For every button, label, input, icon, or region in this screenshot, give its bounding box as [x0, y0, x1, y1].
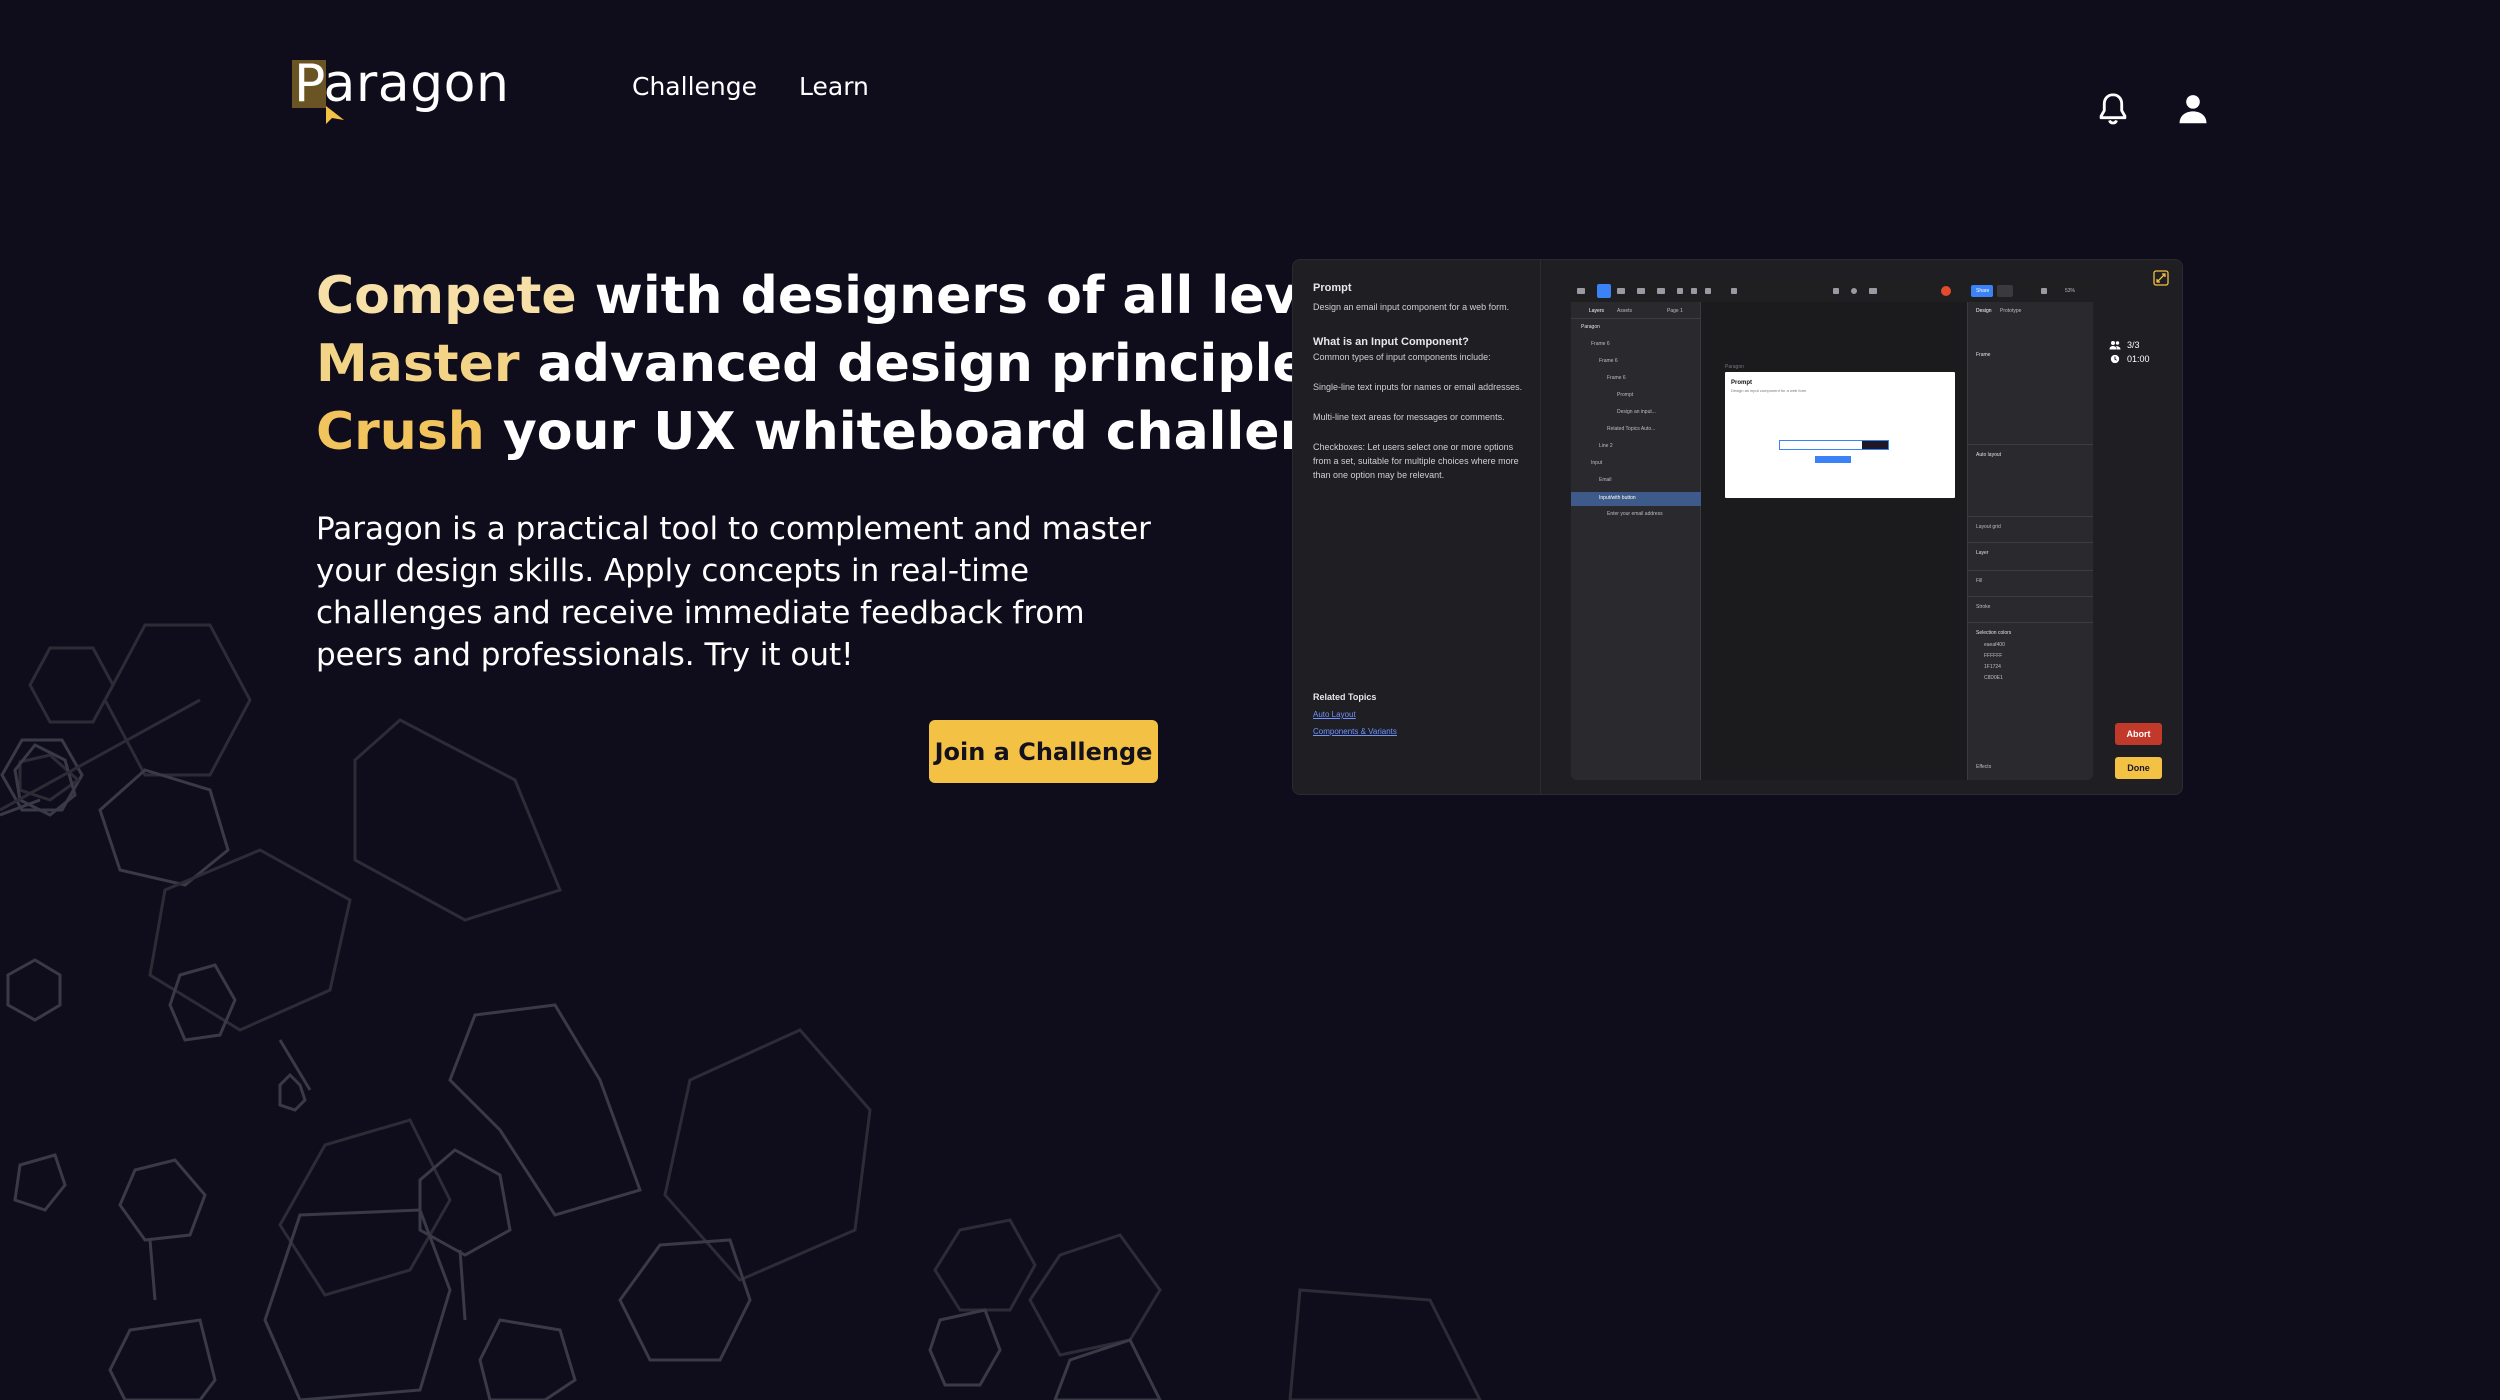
hero-highlight-crush: Crush: [316, 402, 485, 462]
hero-line-3: Crush your UX whiteboard challenge.: [316, 398, 1409, 466]
layer-item[interactable]: Line 2: [1599, 443, 1613, 449]
bell-icon[interactable]: [2094, 90, 2132, 128]
tab-prototype[interactable]: Prototype: [2000, 308, 2021, 314]
layer-item[interactable]: Input: [1591, 460, 1602, 466]
clock-icon: [2110, 354, 2120, 364]
related-link-auto-layout[interactable]: Auto Layout: [1313, 710, 1533, 719]
hero-line-2: Master advanced design principles.: [316, 330, 1358, 398]
expand-icon[interactable]: [2153, 270, 2169, 286]
challenge-preview: Prompt Design an email input component f…: [1292, 259, 2183, 795]
panel-divider: [1968, 596, 2093, 597]
section-fill: Fill: [1976, 578, 1983, 584]
section-effects: Effects: [1976, 764, 1992, 770]
selected-layer-highlight: [1571, 492, 1701, 506]
layer-item-selected[interactable]: Input/with button: [1599, 495, 1636, 501]
timer-stat: 01:00: [2109, 354, 2150, 364]
nav-item-challenge[interactable]: Challenge: [632, 72, 757, 101]
session-stats: 3/3 01:00: [2109, 340, 2150, 368]
canvas-frame-label: Paragon: [1725, 364, 1744, 370]
layer-item[interactable]: Frame 6: [1599, 358, 1618, 364]
tab-layers[interactable]: Layers: [1589, 308, 1604, 314]
list-item: Multi-line text areas for messages or co…: [1313, 412, 1505, 422]
panel-divider: [1968, 444, 2093, 445]
layer-item[interactable]: Design an input...: [1617, 409, 1656, 415]
nav-item-learn[interactable]: Learn: [799, 72, 869, 101]
color-value: C8D0E1: [1984, 675, 2003, 681]
panel-divider: [1571, 318, 1701, 319]
cursor-icon: [326, 106, 344, 124]
tab-design[interactable]: Design: [1976, 308, 1992, 314]
hero-line-1: Compete with designers of all levels.: [316, 262, 1402, 330]
color-value: 1F1724: [1984, 664, 2001, 670]
layer-item[interactable]: Frame 6: [1591, 341, 1610, 347]
section-stroke: Stroke: [1976, 604, 1991, 610]
hero-line-3-rest: your UX whiteboard challenge.: [484, 402, 1409, 462]
hero-title: Compete with designers of all levels. Ma…: [316, 262, 1409, 466]
canvas-prompt-title: Prompt: [1731, 380, 1752, 386]
panel-divider: [1968, 622, 2093, 623]
layer-item[interactable]: Email: [1599, 477, 1612, 483]
header-actions: [2094, 90, 2212, 128]
canvas-input-component[interactable]: [1779, 440, 1889, 450]
section-title: What is an Input Component?: [1313, 336, 1469, 348]
user-icon[interactable]: [2174, 90, 2212, 128]
page-selector[interactable]: Page 1: [1667, 308, 1683, 314]
hero-line-2-rest: advanced design principles.: [519, 334, 1359, 394]
hero-highlight-master: Master: [316, 334, 520, 394]
related-topics-title: Related Topics: [1313, 692, 1377, 702]
editor-toolbar: Share 53%: [1571, 280, 2093, 302]
hero-highlight-compete: Compete: [316, 266, 577, 326]
related-link-components-variants[interactable]: Components & Variants: [1313, 727, 1533, 736]
color-value: eaeaf400: [1984, 642, 2005, 648]
list-item: Checkboxes: Let users select one or more…: [1313, 442, 1519, 480]
participants-count: 3/3: [2127, 340, 2140, 350]
color-value: FFFFFF: [1984, 653, 2003, 659]
layer-item[interactable]: Paragon: [1581, 324, 1600, 330]
layer-item[interactable]: Enter your email address: [1607, 511, 1663, 517]
section-intro: Common types of input components include…: [1313, 352, 1491, 362]
panel-divider: [1968, 542, 2093, 543]
properties-panel: Design Prototype Frame Auto layout Layou…: [1967, 302, 2093, 780]
main-nav: Challenge Learn: [632, 72, 869, 101]
paragon-logo[interactable]: Paragon: [290, 52, 509, 132]
section-layer: Layer: [1976, 550, 1989, 556]
hero-description: Paragon is a practical tool to complemen…: [316, 511, 1151, 673]
abort-button[interactable]: Abort: [2115, 723, 2162, 745]
join-challenge-button[interactable]: Join a Challenge: [929, 720, 1158, 783]
section-layout-grid: Layout grid: [1976, 524, 2001, 530]
landing-page: Paragon Challenge Learn Compete with des…: [0, 0, 2500, 1400]
editor-canvas[interactable]: Paragon Prompt Design an input component…: [1701, 302, 1967, 780]
section-selection-colors: Selection colors: [1976, 630, 2012, 636]
panel-divider: [1540, 260, 1541, 794]
canvas-prompt-text: Design an input component for a web form: [1731, 388, 1807, 393]
participants-icon: [2109, 341, 2121, 350]
canvas-size-badge: [1815, 456, 1851, 463]
layer-item[interactable]: Prompt: [1617, 392, 1633, 398]
panel-divider: [1968, 516, 2093, 517]
canvas-input-button: [1862, 441, 1888, 449]
participants-stat: 3/3: [2109, 340, 2150, 350]
layer-item[interactable]: Related Topics Auto...: [1607, 426, 1655, 432]
tab-assets[interactable]: Assets: [1617, 308, 1632, 314]
prompt-panel: Prompt Design an email input component f…: [1313, 282, 1533, 492]
design-editor[interactable]: Share 53% Layers Assets Page 1 Paragon F…: [1571, 280, 2093, 780]
panel-divider: [1968, 570, 2093, 571]
canvas-frame[interactable]: Prompt Design an input component for a w…: [1725, 372, 1955, 498]
section-auto-layout: Auto layout: [1976, 452, 2002, 458]
zoom-level[interactable]: 53%: [2065, 288, 2075, 294]
share-button[interactable]: Share: [1976, 288, 1989, 294]
prompt-text: Design an email input component for a we…: [1313, 302, 1510, 312]
section-frame: Frame: [1976, 352, 1991, 358]
list-item: Single-line text inputs for names or ema…: [1313, 382, 1523, 392]
done-button[interactable]: Done: [2115, 757, 2162, 779]
toolbar-icons: [1577, 284, 2047, 298]
timer-value: 01:00: [2127, 354, 2150, 364]
hero-line-1-rest: with designers of all levels.: [576, 266, 1403, 326]
related-topics: Related Topics Auto Layout Components & …: [1313, 692, 1533, 744]
layers-panel: Layers Assets Page 1 Paragon Frame 6 Fra…: [1571, 302, 1701, 780]
prompt-title: Prompt: [1313, 282, 1352, 294]
layer-item[interactable]: Frame 6: [1607, 375, 1626, 381]
